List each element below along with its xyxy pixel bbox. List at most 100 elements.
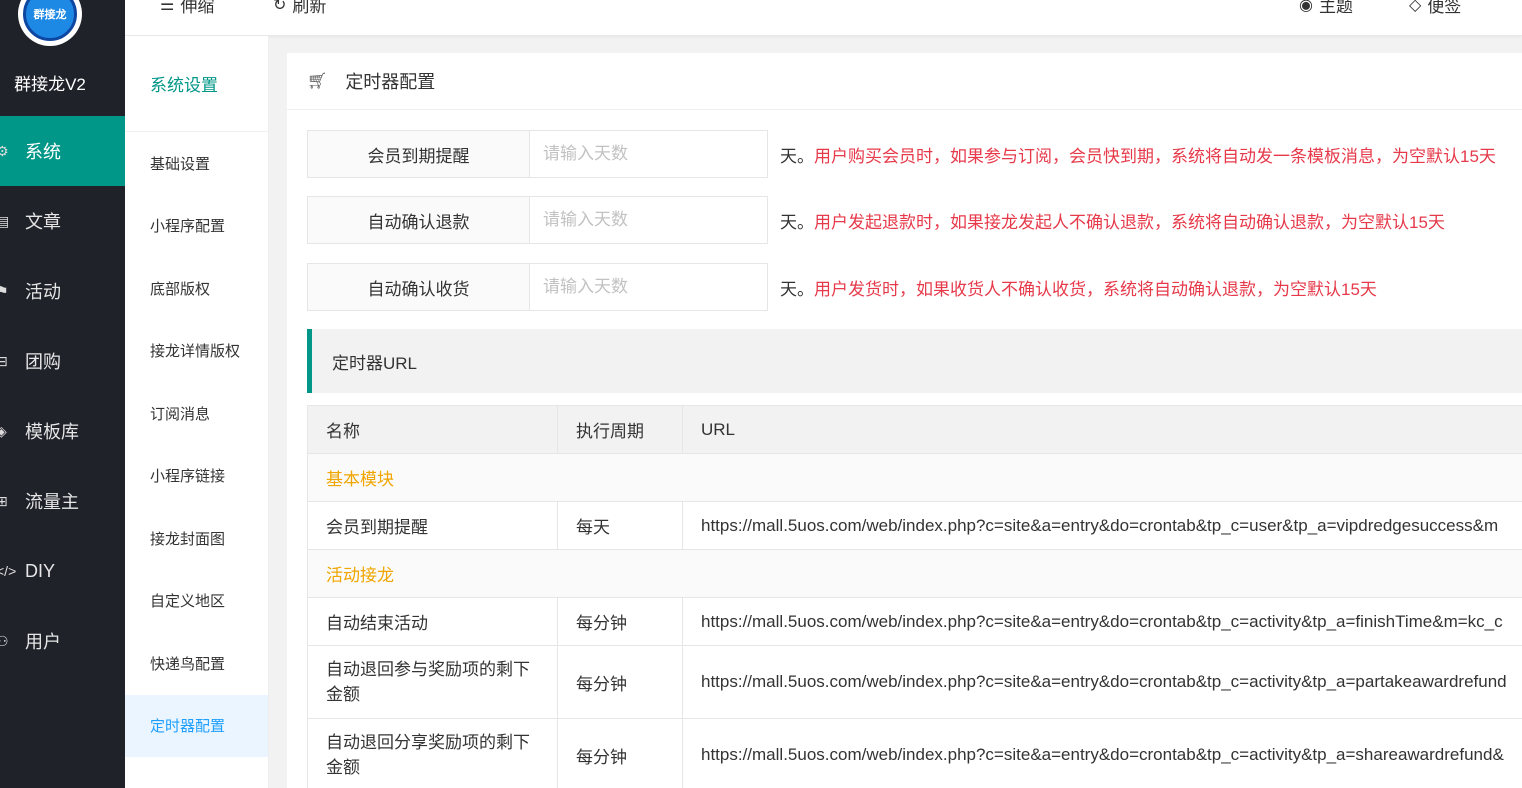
collapse-label: 伸缩 [180,0,215,16]
subnav-item-miniprogram[interactable]: 小程序配置 [125,195,268,258]
row-name: 自动退回分享奖励项的剩下金额 [307,718,558,788]
note-label: 便签 [1427,0,1462,16]
refresh-label: 刷新 [292,0,327,16]
row-url[interactable]: https://mall.5uos.com/web/index.php?c=si… [682,718,1522,788]
row-name: 会员到期提醒 [307,501,558,550]
nav-item-article[interactable]: ▤ 文章 [0,186,125,256]
table-row: 会员到期提醒 每天 https://mall.5uos.com/web/inde… [307,501,1522,550]
timer-config-card: 🛒︎ 定时器配置 会员到期提醒 天。用户购买会员时，如果参与订阅，会员快到期，系… [287,53,1522,788]
gear-icon: ⚙ [0,142,9,159]
nav-label: 用户 [25,632,61,652]
tag-icon: ◇ [1409,0,1422,14]
refresh-icon: ↻ [273,0,287,14]
nav-label: 模板库 [25,422,79,442]
nav-item-system[interactable]: ⚙ 系统 [0,116,125,186]
table-row: 自动退回参与奖励项的剩下金额 每分钟 https://mall.5uos.com… [307,645,1522,719]
hint-text: 用户发起退款时，如果接龙发起人不确认退款，系统将自动确认退款，为空默认15天 [814,212,1445,232]
settings-subnav: 系统设置 基础设置 小程序配置 底部版权 接龙详情版权 订阅消息 小程序链接 接… [125,36,269,788]
subnav-item-links[interactable]: 小程序链接 [125,445,268,508]
form-row-vip-reminder: 会员到期提醒 天。用户购买会员时，如果参与订阅，会员快到期，系统将自动发一条模板… [307,130,1496,178]
form-label: 自动确认收货 [307,263,530,311]
nav-item-traffic[interactable]: ⊞ 流量主 [0,466,125,536]
vip-days-input[interactable] [530,130,768,178]
nav-item-diy[interactable]: </> DIY [0,536,125,606]
collapse-button[interactable]: ☰ 伸缩 [160,0,214,17]
main-sidebar: 群接龙 群接龙V2 ⚙ 系统 ▤ 文章 ⚑ 活动 ⊟ 团购 ◈ 模板库 ⊞ 流量… [0,0,125,788]
column-header-period: 执行周期 [557,405,683,454]
traffic-icon: ⊞ [0,492,8,509]
row-period: 每分钟 [557,597,683,646]
nav-item-templates[interactable]: ◈ 模板库 [0,396,125,466]
subnav-item-subscription[interactable]: 订阅消息 [125,382,268,445]
nav-label: 系统 [25,142,61,162]
nav-label: DIY [25,560,56,581]
group-name: 基本模块 [307,453,1522,502]
article-icon: ▤ [0,212,10,229]
nav-item-activity[interactable]: ⚑ 活动 [0,256,125,326]
subnav-title: 系统设置 [125,36,268,132]
main-nav: ⚙ 系统 ▤ 文章 ⚑ 活动 ⊟ 团购 ◈ 模板库 ⊞ 流量主 </> DIY … [0,116,125,676]
brand-name: 群接龙V2 [14,75,86,94]
nav-label: 团购 [25,352,61,372]
form-hint: 天。用户发货时，如果收货人不确认收货，系统将自动确认退款，为空默认15天 [780,275,1377,300]
user-icon: ⚇ [0,632,9,649]
theme-label: 主题 [1318,0,1353,16]
subnav-item-kdniao[interactable]: 快递鸟配置 [125,632,268,695]
note-button[interactable]: ◇ 便签 [1409,0,1461,17]
form-row-auto-refund: 自动确认退款 天。用户发起退款时，如果接龙发起人不确认退款，系统将自动确认退款，… [307,196,1445,244]
subnav-item-footer-copyright[interactable]: 底部版权 [125,257,268,320]
row-url[interactable]: https://mall.5uos.com/web/index.php?c=si… [682,645,1522,719]
row-name: 自动退回参与奖励项的剩下金额 [307,645,558,719]
flag-icon: ⚑ [0,282,9,299]
receive-days-input[interactable] [530,263,768,311]
row-period: 每分钟 [557,718,683,788]
unit-text: 天。 [780,212,814,232]
row-url[interactable]: https://mall.5uos.com/web/index.php?c=si… [682,501,1522,550]
row-period: 每天 [557,501,683,550]
row-url[interactable]: https://mall.5uos.com/web/index.php?c=si… [682,597,1522,646]
unit-text: 天。 [780,146,814,166]
hint-text: 用户购买会员时，如果参与订阅，会员快到期，系统将自动发一条模板消息，为空默认15… [814,146,1496,166]
column-header-url: URL [682,405,1522,454]
form-label: 会员到期提醒 [307,130,530,178]
table-row: 自动结束活动 每分钟 https://mall.5uos.com/web/ind… [307,597,1522,646]
timer-url-section-title: 定时器URL [307,329,1522,393]
subnav-item-timer[interactable]: 定时器配置 [125,694,268,757]
logo-text: 群接龙 [23,0,77,41]
column-header-name: 名称 [307,405,558,454]
subnav-item-region[interactable]: 自定义地区 [125,570,268,633]
card-header: 🛒︎ 定时器配置 [287,53,1522,110]
group-name: 活动接龙 [307,549,1522,598]
table-group-row: 活动接龙 [307,549,1522,598]
table-row: 自动退回分享奖励项的剩下金额 每分钟 https://mall.5uos.com… [307,718,1522,788]
top-header: ☰ 伸缩 ↻ 刷新 ◉ 主题 ◇ 便签 [125,0,1522,36]
nav-label: 文章 [25,212,61,232]
code-icon: </> [0,563,17,579]
logo[interactable]: 群接龙 [18,0,82,46]
layers-icon: ◈ [0,422,7,439]
nav-item-user[interactable]: ⚇ 用户 [0,606,125,676]
row-period: 每分钟 [557,645,683,719]
theme-button[interactable]: ◉ 主题 [1299,0,1353,17]
cart-icon: ⊟ [0,352,8,369]
collapse-icon: ☰ [160,0,175,14]
cart-icon: 🛒︎ [307,73,328,90]
gamepad-icon: ◉ [1299,0,1313,14]
table-header-row: 名称 执行周期 URL [307,405,1522,454]
form-label: 自动确认退款 [307,196,530,244]
subnav-item-basic[interactable]: 基础设置 [125,132,268,195]
subnav-item-cover[interactable]: 接龙封面图 [125,507,268,570]
form-hint: 天。用户发起退款时，如果接龙发起人不确认退款，系统将自动确认退款，为空默认15天 [780,208,1445,233]
unit-text: 天。 [780,279,814,299]
nav-item-groupbuy[interactable]: ⊟ 团购 [0,326,125,396]
hint-text: 用户发货时，如果收货人不确认收货，系统将自动确认退款，为空默认15天 [814,279,1377,299]
table-group-row: 基本模块 [307,453,1522,502]
timer-url-table: 名称 执行周期 URL 基本模块 会员到期提醒 每天 https://mall.… [307,405,1522,788]
refund-days-input[interactable] [530,196,768,244]
refresh-button[interactable]: ↻ 刷新 [273,0,326,17]
row-name: 自动结束活动 [307,597,558,646]
form-hint: 天。用户购买会员时，如果参与订阅，会员快到期，系统将自动发一条模板消息，为空默认… [780,142,1496,167]
nav-label: 流量主 [25,492,79,512]
card-title: 定时器配置 [345,72,436,92]
subnav-item-detail-copyright[interactable]: 接龙详情版权 [125,320,268,383]
